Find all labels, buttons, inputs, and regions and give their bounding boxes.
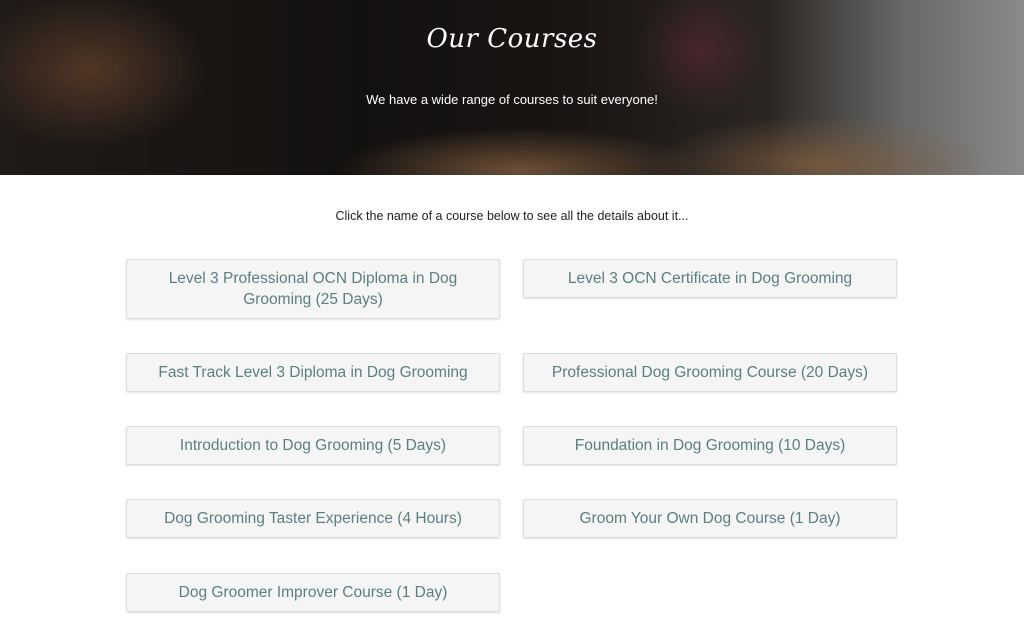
course-button-foundation-in-dog-grooming[interactable]: Foundation in Dog Grooming (10 Days)	[523, 426, 897, 465]
course-button-introduction-to-dog-grooming[interactable]: Introduction to Dog Grooming (5 Days)	[126, 426, 500, 465]
hero-banner: Our Courses We have a wide range of cour…	[0, 0, 1024, 175]
course-button-groom-your-own-dog[interactable]: Groom Your Own Dog Course (1 Day)	[523, 499, 897, 538]
course-button-taster-experience[interactable]: Dog Grooming Taster Experience (4 Hours)	[126, 499, 500, 538]
course-button-fast-track-level3-diploma[interactable]: Fast Track Level 3 Diploma in Dog Groomi…	[126, 353, 500, 392]
course-button-professional-dog-grooming[interactable]: Professional Dog Grooming Course (20 Day…	[523, 353, 897, 392]
course-button-groomer-improver[interactable]: Dog Groomer Improver Course (1 Day)	[126, 573, 500, 612]
hero-subtitle: We have a wide range of courses to suit …	[366, 92, 658, 107]
page-title: Our Courses	[426, 24, 598, 54]
intro-text: Click the name of a course below to see …	[335, 209, 689, 223]
course-button-level3-ocn-certificate[interactable]: Level 3 OCN Certificate in Dog Grooming	[523, 259, 897, 298]
course-button-level3-professional-ocn-diploma[interactable]: Level 3 Professional OCN Diploma in Dog …	[126, 259, 500, 319]
